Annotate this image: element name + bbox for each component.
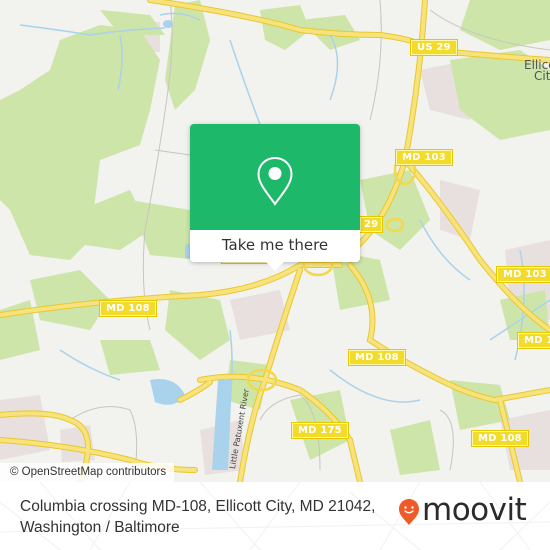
road-shield-md108: MD 108: [472, 431, 528, 446]
address-text: Columbia crossing MD-108, Ellicott City,…: [20, 496, 400, 538]
road-shield-md108: MD 108: [100, 301, 156, 316]
take-me-there-button[interactable]: Take me there: [190, 230, 360, 262]
map-view[interactable]: US 29 MD 103 29 MD 103 MD 108 MD 108 MD …: [0, 0, 550, 482]
moovit-wordmark: moovit: [422, 492, 527, 528]
road-shield-md103: MD 103: [497, 267, 550, 282]
popup-pointer: [265, 261, 285, 271]
road-shield-us29: 29: [360, 217, 383, 232]
place-label-ellicott-city-2: Cit: [534, 69, 550, 83]
road-shield-md103: MD 103: [396, 150, 452, 165]
moovit-pin-icon: [399, 499, 419, 525]
popup-header: [190, 124, 360, 230]
footer: Columbia crossing MD-108, Ellicott City,…: [0, 482, 550, 550]
road-shield-md108: MD 108: [349, 350, 405, 365]
address-line-2: Washington / Baltimore: [20, 519, 180, 536]
road-shield-md175: MD 175: [292, 423, 348, 438]
road-shield-md108: MD 10: [518, 333, 550, 348]
road-shield-us29: US 29: [411, 40, 457, 55]
destination-popup: Take me there: [190, 124, 360, 271]
map-attribution[interactable]: © OpenStreetMap contributors: [0, 463, 175, 482]
map-pin-icon: [257, 156, 293, 206]
address-line-1: Columbia crossing MD-108, Ellicott City,…: [20, 498, 376, 515]
